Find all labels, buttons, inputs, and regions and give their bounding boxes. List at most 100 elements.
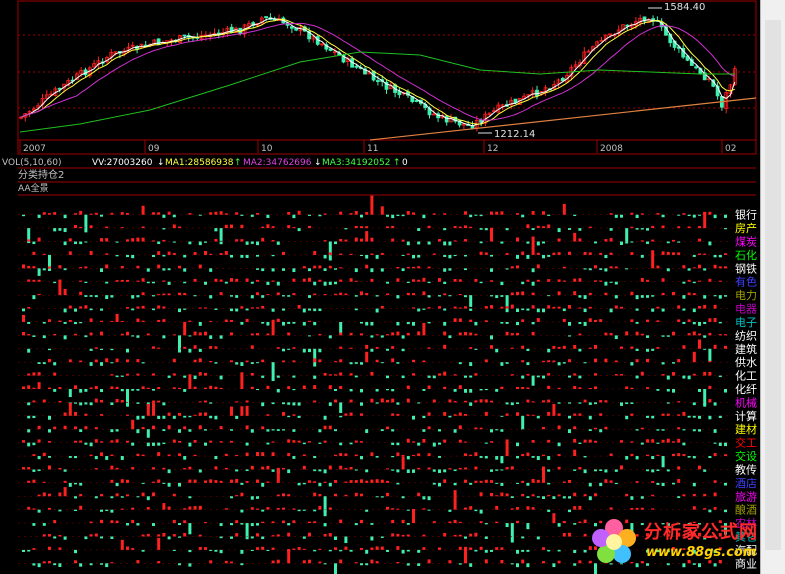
chart-window[interactable]: 2007 09 10 11 12 2008 02 1584.40 1212.14 VOL(5… [0, 0, 760, 574]
sector-cell [672, 362, 675, 364]
sector-cell [63, 214, 67, 219]
sector-cell [79, 360, 83, 363]
sector-cell [79, 226, 83, 229]
sector-cell [724, 214, 727, 218]
sector-cell [682, 454, 686, 457]
sector-cell [178, 292, 181, 296]
sector-cell [354, 440, 358, 443]
sector-cell [396, 546, 400, 550]
sector-cell [583, 268, 587, 270]
sector-cell [495, 429, 499, 431]
sector-cell [479, 241, 483, 244]
sector-cell [360, 441, 363, 443]
sector-cell [406, 281, 410, 283]
sector-cell [724, 482, 727, 486]
sector-cell [292, 520, 296, 524]
sector-cell [339, 253, 343, 255]
sector-cell [58, 535, 62, 537]
sector-cell [458, 534, 462, 537]
sector-cell [136, 280, 140, 282]
sector-cell [74, 560, 77, 564]
sector-cell [386, 549, 389, 552]
sector-cell [63, 425, 67, 430]
sector-cell [412, 293, 415, 296]
sector-cell [230, 278, 233, 282]
sector-cell [245, 241, 249, 245]
sector-cell [313, 492, 317, 497]
sector-cell [32, 295, 36, 300]
sector-cell [505, 493, 509, 497]
sector-cell [261, 426, 265, 430]
sector-cell [490, 211, 493, 215]
sector-cell [178, 308, 181, 313]
sector-cell [224, 319, 228, 322]
sector-cell [432, 482, 436, 485]
sector-cell [490, 441, 493, 443]
sector-cell [271, 560, 275, 564]
vertical-scrollbar[interactable] [760, 0, 785, 574]
sector-cell [339, 559, 343, 564]
sector-cell [640, 333, 644, 336]
sector-cell [198, 241, 202, 246]
sector-cell [557, 466, 561, 470]
sector-cell [157, 347, 161, 349]
sector-cell [536, 496, 540, 498]
sector-cell [552, 403, 556, 416]
sector-cell [360, 493, 363, 497]
sector-cell [672, 239, 675, 242]
sector-cell [588, 318, 592, 322]
sector-cell [32, 523, 36, 526]
sector-cell [339, 549, 343, 552]
sector-cell [58, 547, 62, 550]
sector-cell [448, 268, 452, 271]
sector-cell [713, 318, 717, 322]
sector-cell [157, 251, 161, 255]
sector-cell [37, 237, 41, 242]
sector-cell [542, 426, 545, 430]
sector-cell [386, 426, 389, 430]
sector-cell [292, 360, 296, 363]
sector-cell [599, 413, 603, 416]
sector-cell [713, 453, 717, 457]
ma-trend-line [19, 51, 735, 133]
sector-cell [464, 400, 467, 403]
sector-cell [141, 386, 145, 389]
sector-cell [552, 513, 556, 524]
sector-cell [464, 268, 467, 271]
sector-cell [417, 492, 421, 497]
sector-cell [120, 456, 124, 460]
sector-cell [126, 479, 129, 483]
sector-cell [536, 279, 540, 282]
sector-cell [370, 335, 374, 338]
sector-cell [672, 372, 675, 376]
sector-cell [427, 509, 431, 511]
sector-cell [557, 291, 561, 296]
sector-cell [531, 331, 535, 336]
sector-cell [183, 426, 187, 430]
sector-cell [152, 308, 155, 311]
scrollbar-track[interactable] [765, 20, 781, 550]
sector-cell [573, 469, 577, 471]
sector-cell [152, 212, 155, 215]
sector-cell [318, 214, 322, 217]
sector-cell [427, 496, 431, 501]
sector-cell [261, 375, 265, 378]
sector-cell [375, 254, 379, 259]
sector-cell [354, 295, 358, 297]
sector-cell [287, 348, 291, 350]
sector-cell [698, 321, 701, 326]
sector-cell [152, 425, 155, 430]
sector-cell [360, 402, 363, 406]
sector-cell [604, 426, 608, 430]
sector-cell [27, 306, 31, 309]
sector-cell [464, 414, 467, 416]
sector-cell [646, 279, 649, 282]
sector-cell [209, 402, 213, 404]
sector-cell [328, 335, 332, 339]
sector-cell [552, 306, 556, 309]
chart-canvas[interactable]: 2007 09 10 11 12 2008 02 1584.40 1212.14 VOL(5… [0, 0, 760, 574]
sector-cell [230, 308, 233, 312]
sector-cell [27, 348, 31, 353]
sector-cell [230, 561, 233, 564]
sector-cell [490, 400, 493, 403]
